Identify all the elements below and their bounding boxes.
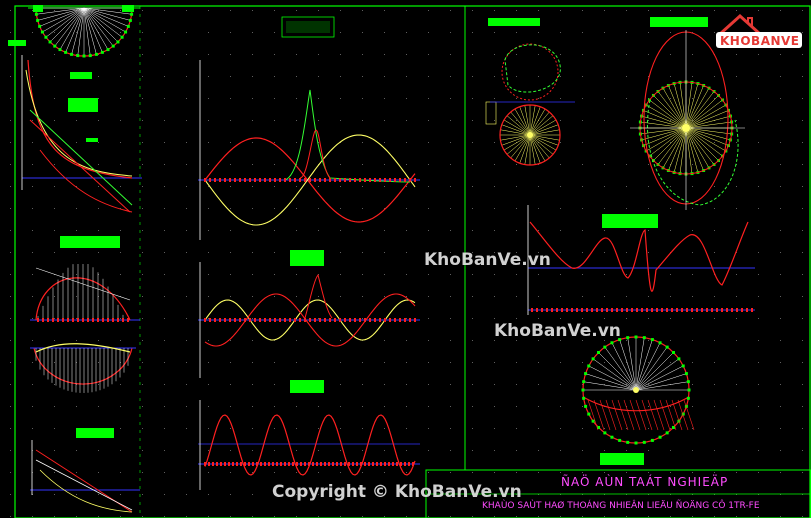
- watermark-text-2: KhoBanVe.vn: [494, 321, 621, 341]
- pressure-wave-plot-2: [198, 250, 420, 378]
- brand-logo: KHOBANVE: [714, 10, 804, 52]
- pressure-wave-plot-3: [198, 380, 420, 490]
- spectrum-plot: [527, 205, 755, 315]
- drawing-title: ÑAÖ AÙN TAÁT NGHIEÄP: [561, 475, 729, 489]
- drawing-subtitle: KHAÙO SAÙT HAØ THOÁNG NHIEÂN LIEÄU ÑOÄNG…: [482, 501, 760, 511]
- logo-text: KHOBANVE: [720, 34, 800, 48]
- polar-diagram-small: [485, 18, 575, 166]
- dot-grid: [10, 10, 803, 517]
- bar-ramp-diagram: [30, 236, 140, 322]
- title-block: ÑAÖ AÙN TAÁT NGHIEÄP KHAÙO SAÙT HAØ THOÁ…: [426, 470, 811, 518]
- linear-decline-plot: [30, 428, 140, 513]
- pressure-wave-plot-1: [198, 16, 420, 240]
- circle-section-diagram: [581, 335, 695, 465]
- semicircle-bowl: [30, 343, 136, 393]
- watermark-text-1: KhoBanVe.vn: [424, 250, 551, 270]
- label-tag: [8, 40, 26, 46]
- cam-fan-diagram: [28, 5, 140, 58]
- cad-drawing: [8, 5, 811, 518]
- decay-curve-plot: [21, 55, 142, 213]
